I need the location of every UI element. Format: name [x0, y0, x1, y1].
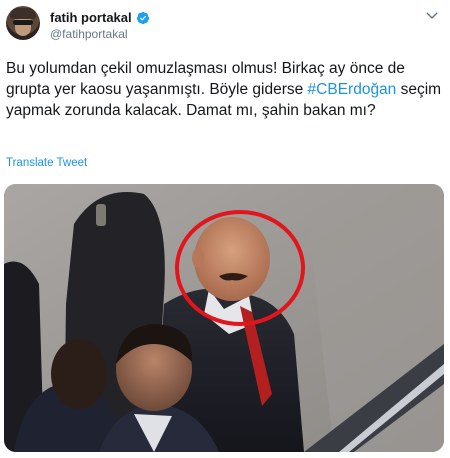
hashtag-link[interactable]: #CBErdoğan	[308, 81, 397, 98]
author-name-line: fatih portakal	[50, 10, 150, 25]
tweet-text: Bu yolumdan çekil omuzlaşması olmus! Bir…	[6, 58, 442, 121]
man-ear	[192, 248, 204, 268]
translate-tweet-link[interactable]: Translate Tweet	[6, 157, 87, 169]
tweet-photo[interactable]	[4, 184, 444, 452]
avatar[interactable]	[6, 6, 40, 40]
tweet-card: fatih portakal @fatihportakal Bu yolumda…	[0, 0, 450, 458]
avatar-hair	[10, 8, 36, 19]
man-head	[194, 217, 270, 301]
foreground-head-1	[51, 339, 107, 409]
author-handle[interactable]: @fatihportakal	[50, 27, 128, 41]
avatar-glasses	[13, 20, 33, 25]
verified-badge-icon	[136, 11, 149, 24]
photo-scene	[4, 184, 444, 452]
author-display-name[interactable]: fatih portakal	[50, 10, 132, 25]
chevron-down-icon[interactable]	[424, 8, 440, 24]
officer-badge	[96, 204, 106, 226]
